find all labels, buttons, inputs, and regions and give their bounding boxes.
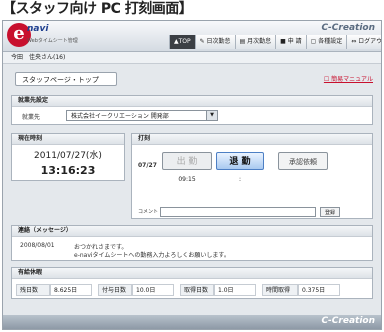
nav-logout[interactable]: ⇔ ログアウト: [346, 35, 381, 49]
manual-link[interactable]: ☐ 簡易マニュアル: [324, 74, 373, 83]
page-caption: 【スタッフ向け PC 打刻画面】: [2, 1, 193, 17]
chevron-down-icon: ▼: [206, 111, 217, 120]
approval-request-button[interactable]: 承認依頼: [278, 152, 328, 170]
stamp-heading: 打刻: [132, 134, 372, 145]
comment-label: コメント: [138, 209, 159, 215]
holiday-panel: 有給休暇 残日数 8.625日 付与日数 10.0日 取得日数 1.0日 時間取…: [11, 267, 373, 299]
stamp-date: 07/27: [138, 162, 157, 169]
clock-out-time: :: [238, 176, 242, 183]
workplace-label: 就業先: [22, 114, 41, 121]
main-nav: ▲TOP ✎ 日次勤怠 ▤ 月次勤怠 ■ 申 請 ▢ 各種設定 ⇔ ログアウト: [169, 35, 381, 49]
footer-brand: C-Creation: [321, 316, 375, 326]
taken-label: 取得日数: [180, 284, 214, 296]
granted-value: 10.0日: [132, 284, 174, 296]
remaining-value: 8.625日: [50, 284, 92, 296]
hourly-label: 時間取得: [262, 284, 298, 296]
clock-panel: 現在時刻 2011/07/27(水) 13:16:23: [11, 133, 125, 181]
footer: C-Creation: [3, 315, 381, 329]
page-title: スタッフページ・トップ: [15, 72, 117, 86]
clock-out-button[interactable]: 退 勤: [216, 152, 264, 170]
register-button[interactable]: 登録: [320, 207, 340, 217]
workplace-panel: 就業先設定 就業先 株式会社イークリエーション 開発部 ▼: [11, 95, 373, 125]
remaining-label: 残日数: [16, 284, 50, 296]
app-window: e navi Webタイムシート管理 C-Creation ▲TOP ✎ 日次勤…: [2, 20, 382, 330]
current-time: 13:16:23: [40, 164, 96, 177]
clock-in-button[interactable]: 出 勤: [162, 152, 212, 170]
message-heading: 連絡（メッセージ）: [12, 226, 372, 237]
header: e navi Webタイムシート管理 C-Creation ▲TOP ✎ 日次勤…: [3, 21, 381, 52]
nav-monthly[interactable]: ▤ 月次勤怠: [234, 35, 276, 49]
logo-subtitle: Webタイムシート管理: [27, 38, 78, 44]
brand-logo: C-Creation: [321, 23, 375, 33]
hourly-value: 0.375日: [298, 284, 340, 296]
nav-top[interactable]: ▲TOP: [169, 35, 195, 49]
user-name: 今田 佳央さん(16): [3, 52, 381, 64]
granted-label: 付与日数: [98, 284, 132, 296]
nav-settings[interactable]: ▢ 各種設定: [305, 35, 347, 49]
message-line-2: e-naviタイムシートへの勤務入力よろしくお願いします。: [74, 252, 230, 259]
workplace-select[interactable]: 株式会社イークリエーション 開発部 ▼: [66, 110, 218, 121]
comment-input[interactable]: [160, 207, 316, 217]
taken-value: 1.0日: [214, 284, 256, 296]
stamp-panel: 打刻 07/27 出 勤 退 勤 承認依頼 09:15 : コメント 登録: [131, 133, 373, 219]
logo-name: navi: [27, 24, 49, 34]
holiday-heading: 有給休暇: [12, 268, 372, 279]
enavi-logo: e navi Webタイムシート管理: [7, 23, 78, 49]
clock-heading: 現在時刻: [12, 134, 124, 145]
message-panel: 連絡（メッセージ） 2008/08/01 おつかれさまです。 e-naviタイム…: [11, 225, 373, 261]
holiday-row: 残日数 8.625日 付与日数 10.0日 取得日数 1.0日 時間取得 0.3…: [12, 284, 372, 296]
nav-daily[interactable]: ✎ 日次勤怠: [194, 35, 235, 49]
nav-request[interactable]: ■ 申 請: [275, 35, 306, 49]
workplace-heading: 就業先設定: [12, 96, 372, 107]
current-date: 2011/07/27(水): [34, 151, 102, 161]
clock-in-time: 09:15: [178, 176, 196, 183]
workplace-value: 株式会社イークリエーション 開発部: [71, 113, 169, 120]
message-date: 2008/08/01: [20, 242, 55, 249]
